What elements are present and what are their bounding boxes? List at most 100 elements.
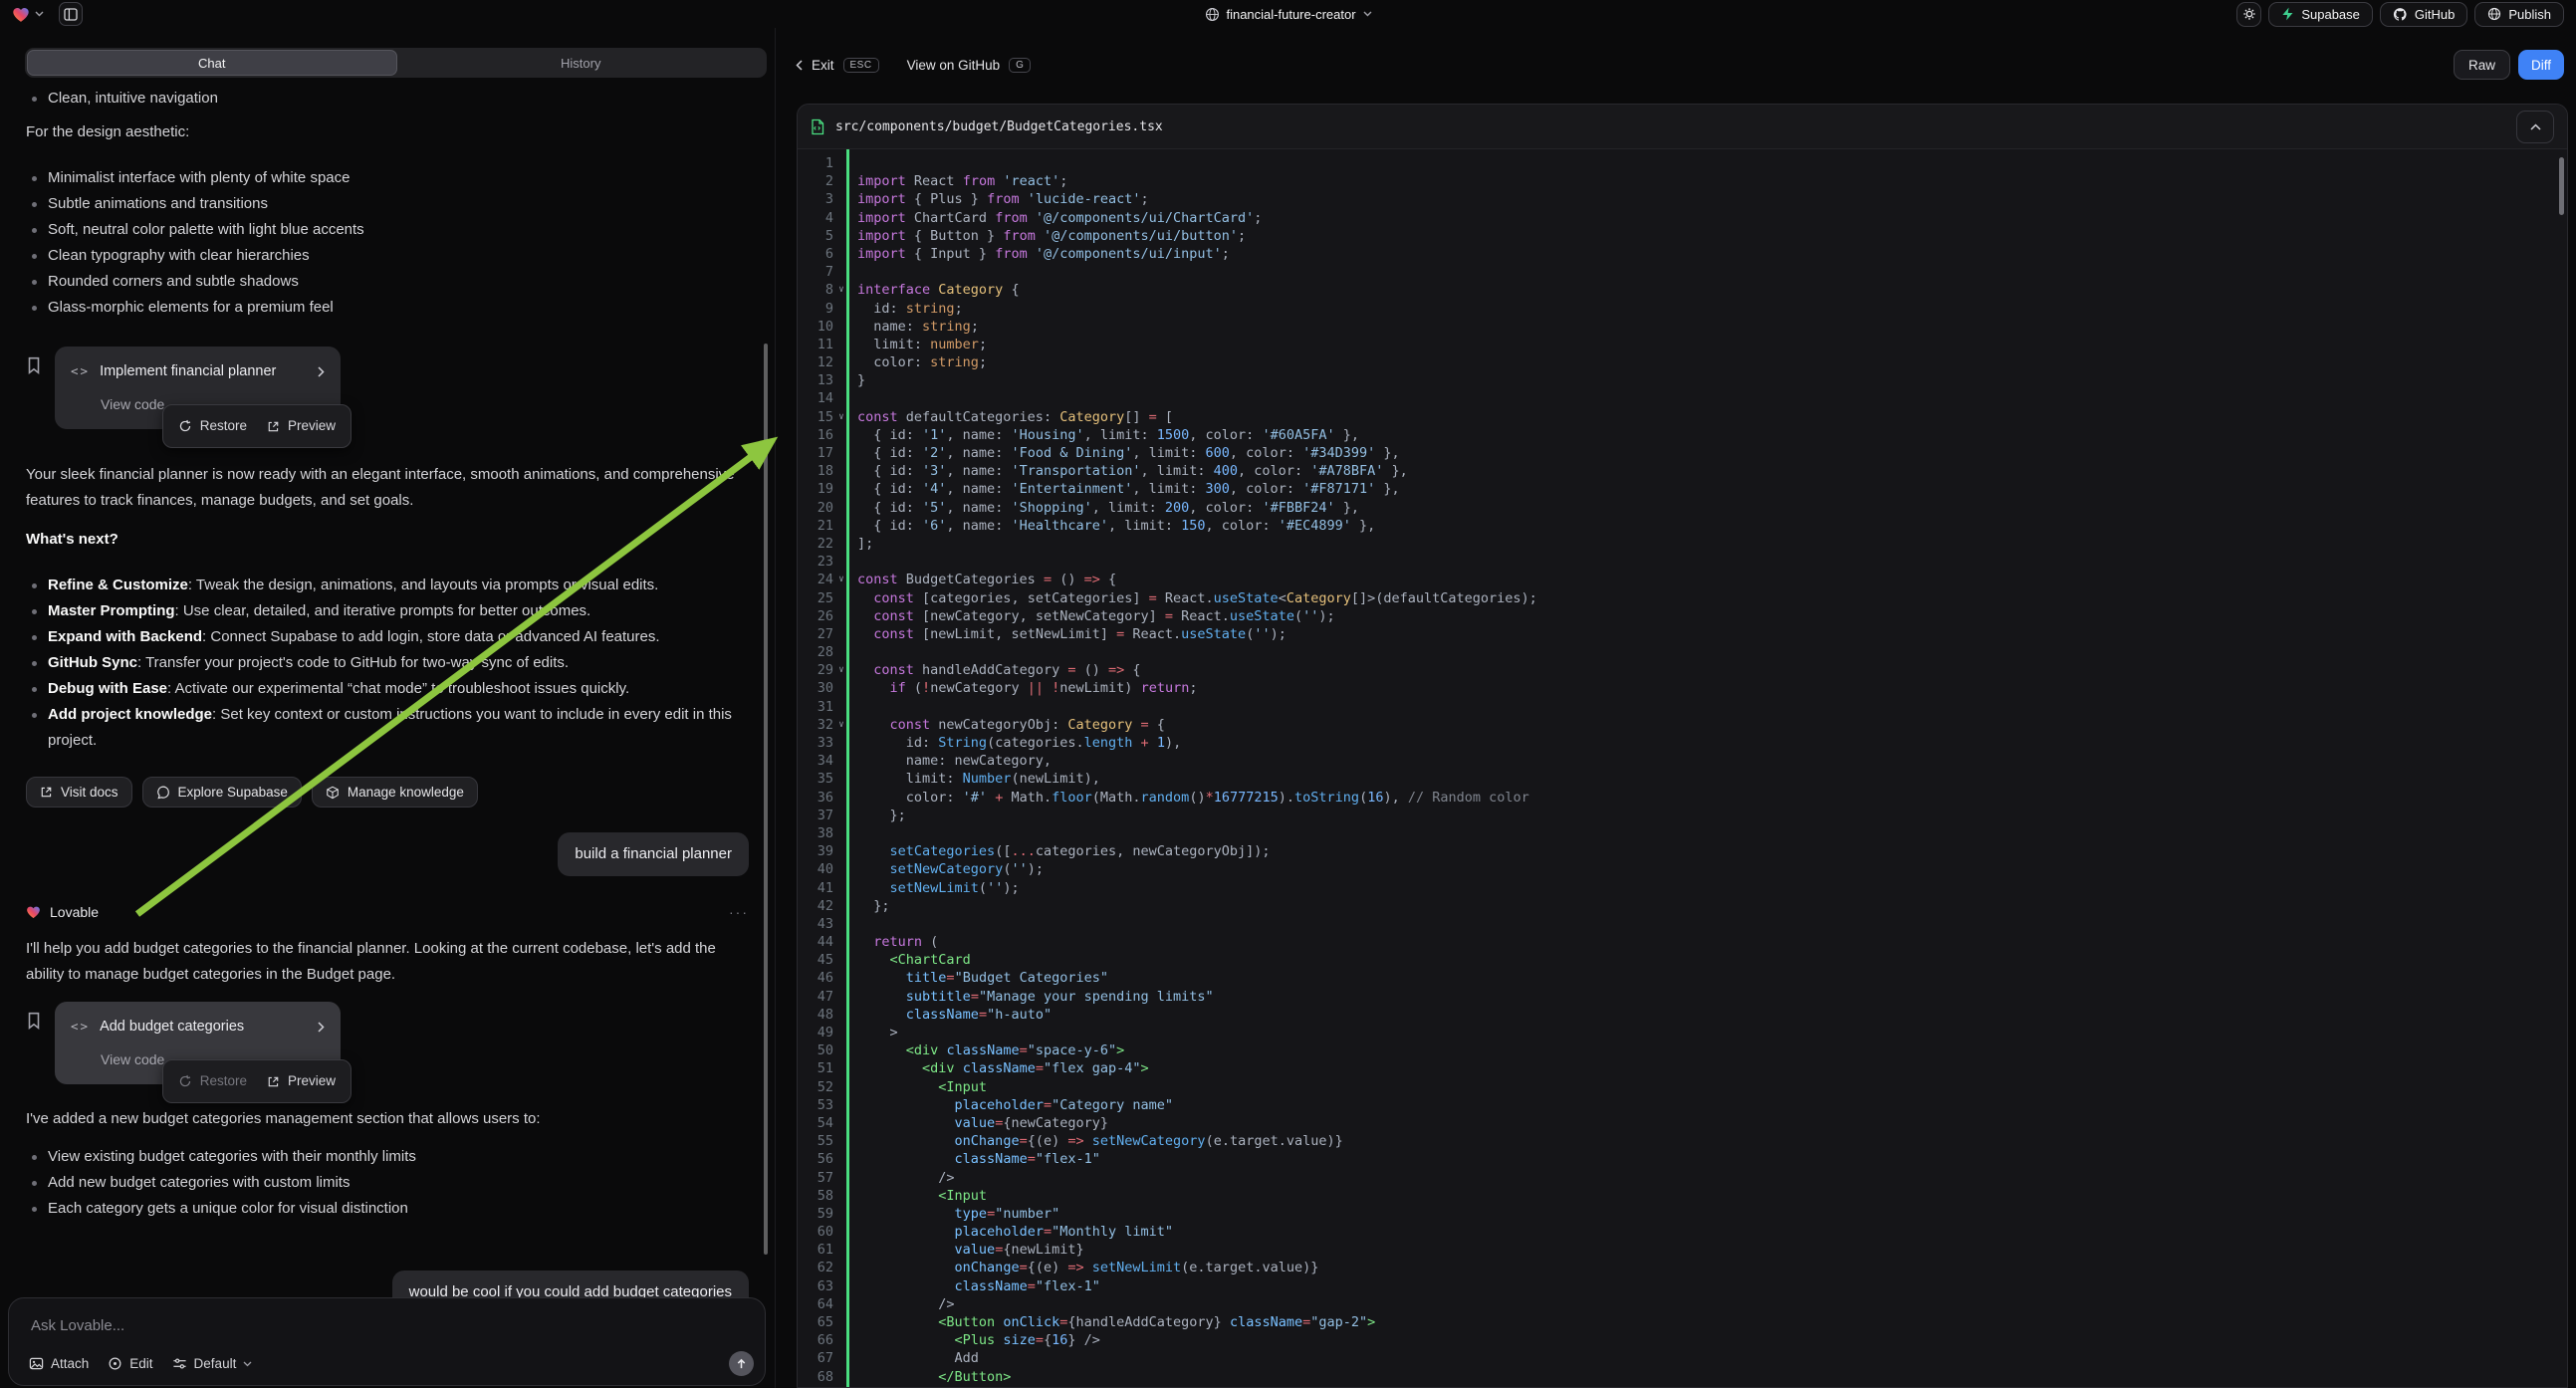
code-line: 41 setNewLimit(''); — [798, 879, 2567, 897]
code-line: 10 name: string; — [798, 318, 2567, 336]
code-text: <div className="flex gap-4"> — [857, 1059, 1149, 1077]
diff-added-gutter-bar — [846, 149, 849, 1387]
code-text: ]; — [857, 535, 873, 553]
line-number: 38 — [800, 824, 833, 842]
tab-chat[interactable]: Chat — [27, 50, 397, 76]
list-item: GitHub Sync: Transfer your project's cod… — [26, 650, 749, 676]
code-line: 48 className="h-auto" — [798, 1006, 2567, 1024]
bookmark-icon[interactable] — [26, 1012, 42, 1084]
project-switcher[interactable]: financial-future-creator — [1204, 0, 1371, 28]
publish-button[interactable]: Publish — [2474, 2, 2564, 27]
preview-button[interactable]: Preview — [267, 413, 336, 439]
code-text: /> — [857, 1295, 955, 1313]
chat-panel: Chat History Clean, intuitive navigation… — [0, 28, 776, 1388]
code-text: return ( — [857, 933, 938, 951]
manage-knowledge-button[interactable]: Manage knowledge — [312, 777, 478, 808]
send-button[interactable] — [729, 1351, 754, 1376]
list-item: Rounded corners and subtle shadows — [26, 269, 749, 295]
line-number: 67 — [800, 1349, 833, 1367]
code-text: }; — [857, 897, 890, 915]
version-card-add-budget-categories[interactable]: <> Add budget categories View code Resto… — [55, 1002, 341, 1084]
image-icon — [29, 1356, 44, 1371]
code-text: import { Plus } from 'lucide-react'; — [857, 190, 1149, 208]
message-menu-button[interactable]: ··· — [729, 899, 749, 925]
list-item: View existing budget categories with the… — [26, 1144, 749, 1170]
line-number: 41 — [800, 879, 833, 897]
file-header[interactable]: src/components/budget/BudgetCategories.t… — [798, 105, 2567, 149]
code-line: 42 }; — [798, 897, 2567, 915]
line-number: 36 — [800, 789, 833, 807]
explore-supabase-button[interactable]: Explore Supabase — [142, 777, 302, 808]
code-text: Add — [857, 1349, 979, 1367]
line-number: 3 — [800, 190, 833, 208]
code-text: onChange={(e) => setNewCategory(e.target… — [857, 1132, 1343, 1150]
preview-button[interactable]: Preview — [267, 1068, 336, 1094]
code-line: 36 color: '#' + Math.floor(Math.random()… — [798, 789, 2567, 807]
chevron-down-icon[interactable] — [35, 11, 44, 17]
collapse-file-button[interactable] — [2516, 111, 2554, 143]
line-number: 55 — [800, 1132, 833, 1150]
line-number: 33 — [800, 734, 833, 752]
line-number: 21 — [800, 517, 833, 535]
view-on-github-button[interactable]: View on GitHub G — [907, 58, 1032, 73]
prompt-composer[interactable]: Ask Lovable... Attach Edit Default — [8, 1297, 766, 1386]
supabase-button[interactable]: Supabase — [2268, 2, 2373, 27]
exit-button[interactable]: Exit ESC — [796, 58, 879, 73]
code-line: 34 name: newCategory, — [798, 752, 2567, 770]
edit-mode-button[interactable]: Edit — [108, 1356, 152, 1371]
line-number: 47 — [800, 988, 833, 1006]
code-line: 1 — [798, 154, 2567, 172]
chat-history-tabs: Chat History — [25, 48, 767, 78]
code-line: 46 title="Budget Categories" — [798, 969, 2567, 987]
code-line: 44 return ( — [798, 933, 2567, 951]
chevron-down-icon — [1363, 11, 1372, 17]
code-line: 38 — [798, 824, 2567, 842]
code-line: 49 > — [798, 1024, 2567, 1041]
github-button[interactable]: GitHub — [2380, 2, 2467, 27]
code-line: 15∨const defaultCategories: Category[] =… — [798, 408, 2567, 426]
code-text: } — [857, 371, 865, 389]
code-line: 22]; — [798, 535, 2567, 553]
line-number: 27 — [800, 625, 833, 643]
tab-history[interactable]: History — [397, 50, 766, 76]
sidebar-toggle-button[interactable] — [59, 2, 83, 26]
list-item: Clean, intuitive navigation — [26, 86, 749, 112]
chat-scrollbar[interactable] — [764, 344, 768, 1255]
version-card-title: Implement financial planner — [100, 358, 308, 384]
code-line: 8∨interface Category { — [798, 281, 2567, 299]
code-line: 64 /> — [798, 1295, 2567, 1313]
knowledge-box-icon — [326, 786, 340, 800]
line-number: 51 — [800, 1059, 833, 1077]
list-item: Refine & Customize: Tweak the design, an… — [26, 573, 749, 598]
line-number: 18 — [800, 462, 833, 480]
visit-docs-button[interactable]: Visit docs — [26, 777, 132, 808]
settings-button[interactable] — [2236, 2, 2261, 27]
line-number: 54 — [800, 1114, 833, 1132]
version-card-implement-financial-planner[interactable]: <> Implement financial planner View code… — [55, 347, 341, 429]
raw-toggle-button[interactable]: Raw — [2454, 50, 2510, 80]
model-selector[interactable]: Default — [172, 1356, 253, 1371]
assistant-paragraph: Your sleek financial planner is now read… — [26, 462, 749, 514]
attach-button[interactable]: Attach — [29, 1356, 89, 1371]
top-bar: financial-future-creator Supabase GitHub — [0, 0, 2576, 28]
diff-toggle-button[interactable]: Diff — [2518, 50, 2564, 80]
code-text: className="flex-1" — [857, 1277, 1100, 1295]
assistant-name: Lovable — [50, 899, 99, 925]
bullet-list-partial: Clean, intuitive navigation — [26, 86, 749, 112]
code-scrollbar[interactable] — [2559, 157, 2564, 215]
bookmark-icon[interactable] — [26, 356, 42, 429]
restore-button[interactable]: Restore — [178, 1068, 247, 1094]
line-number: 16 — [800, 426, 833, 444]
g-key-badge: G — [1009, 58, 1031, 73]
code-line: 19 { id: '4', name: 'Entertainment', lim… — [798, 480, 2567, 498]
line-number: 8 — [800, 281, 833, 299]
line-number: 61 — [800, 1241, 833, 1259]
code-text: > — [857, 1024, 898, 1041]
code-text: color: string; — [857, 353, 987, 371]
code-editor[interactable]: 12import React from 'react';3import { Pl… — [798, 149, 2567, 1387]
prompt-input[interactable]: Ask Lovable... — [31, 1317, 124, 1334]
code-line: 28 — [798, 643, 2567, 661]
restore-button[interactable]: Restore — [178, 413, 247, 439]
line-number: 10 — [800, 318, 833, 336]
lovable-logo-heart-icon[interactable] — [12, 6, 30, 23]
